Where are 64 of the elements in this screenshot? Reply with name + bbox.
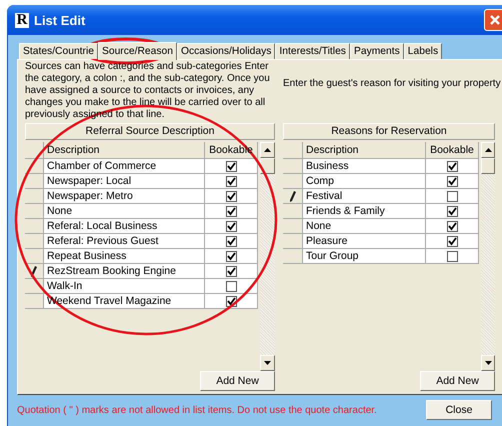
table-cell[interactable]: Friends & Family <box>303 204 426 219</box>
checkbox[interactable] <box>226 266 236 276</box>
checkbox[interactable] <box>226 176 236 186</box>
checkbox[interactable] <box>226 160 236 172</box>
table-cell[interactable]: Referal: Local Business <box>44 219 205 234</box>
table-cell[interactable]: Pleasure <box>303 234 426 249</box>
table-cell[interactable]: Newspaper: Metro <box>44 189 205 204</box>
corner-header <box>25 142 44 159</box>
add-new-button[interactable]: Add New <box>420 371 495 391</box>
checkbox[interactable] <box>226 206 236 216</box>
table-cell[interactable]: None <box>303 219 426 234</box>
table-cell[interactable]: Walk-In <box>44 279 205 294</box>
tab[interactable]: States/Countrie <box>19 43 98 59</box>
app-logo-icon: R <box>15 12 29 28</box>
table-cell[interactable]: Business <box>303 159 426 174</box>
checkbox[interactable] <box>446 190 458 202</box>
column-header[interactable]: Description <box>303 142 426 159</box>
pencil-icon <box>31 266 37 276</box>
scroll-thumb[interactable] <box>260 158 275 174</box>
pencil-icon <box>290 190 296 202</box>
grid-title: Referral Source Description <box>25 123 275 140</box>
instruction-text: Enter the guest's reason for visiting your property <box>283 78 501 90</box>
checkbox[interactable] <box>446 160 458 172</box>
tab[interactable]: Occasions/Holidays <box>176 43 276 59</box>
checkbox[interactable] <box>446 220 458 232</box>
table-cell[interactable]: Festival <box>303 189 426 204</box>
table-cell[interactable]: Comp <box>303 174 426 189</box>
scrollbar[interactable] <box>481 142 495 371</box>
checkbox[interactable] <box>446 250 458 262</box>
scroll-down-icon[interactable] <box>481 355 495 371</box>
scrollbar[interactable] <box>260 142 275 371</box>
scroll-up-icon[interactable] <box>481 142 495 158</box>
window-title: List Edit <box>34 12 86 28</box>
table-cell[interactable]: Repeat Business <box>44 249 205 264</box>
column-header[interactable]: Description <box>44 142 205 159</box>
table-cell[interactable]: RezStream Booking Engine <box>44 264 205 279</box>
checkbox[interactable] <box>446 206 458 216</box>
tab[interactable]: Interests/Titles <box>275 43 350 59</box>
checkbox[interactable] <box>226 190 236 202</box>
checkbox[interactable] <box>226 280 236 292</box>
tab[interactable]: Payments <box>350 43 404 59</box>
warning-text: Quotation ( " ) marks are not allowed in list items. Do not use the quote character. <box>17 404 378 416</box>
column-header[interactable]: Bookable <box>426 142 479 159</box>
table-cell[interactable]: None <box>44 204 205 219</box>
tab[interactable]: Labels <box>404 43 442 59</box>
grid-title: Reasons for Reservation <box>283 123 495 140</box>
table-cell[interactable]: Tour Group <box>303 249 426 264</box>
close-icon[interactable] <box>484 9 502 31</box>
close-button[interactable]: Close <box>426 400 492 420</box>
table-cell[interactable]: Newspaper: Local <box>44 174 205 189</box>
corner-header <box>283 142 303 159</box>
scroll-thumb[interactable] <box>481 158 495 174</box>
checkbox[interactable] <box>226 236 236 246</box>
row-selector[interactable] <box>283 189 303 204</box>
scroll-up-icon[interactable] <box>260 142 275 158</box>
checkbox[interactable] <box>226 250 236 262</box>
tab[interactable]: Source/Reason <box>98 42 177 60</box>
table-cell[interactable]: Chamber of Commerce <box>44 159 205 174</box>
checkbox[interactable] <box>446 176 458 186</box>
add-new-button[interactable]: Add New <box>200 371 275 391</box>
table-cell[interactable]: Referal: Previous Guest <box>44 234 205 249</box>
checkbox[interactable] <box>226 220 236 232</box>
scroll-down-icon[interactable] <box>260 355 275 371</box>
checkbox[interactable] <box>446 236 458 246</box>
